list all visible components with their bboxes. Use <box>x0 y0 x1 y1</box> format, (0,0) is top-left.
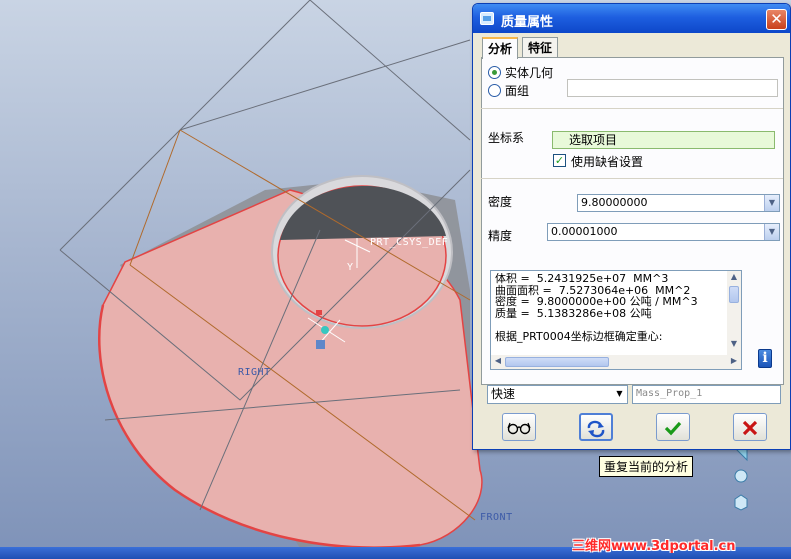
dialog-titlebar[interactable]: 质量属性 ✕ <box>473 4 790 33</box>
dialog-title: 质量属性 <box>501 15 554 30</box>
radio-quilt[interactable] <box>488 84 501 97</box>
csys-label: PRT_CSYS_DEF <box>370 237 449 248</box>
csys-pick-box[interactable]: 选取项目 <box>552 131 775 149</box>
use-default-checkbox[interactable]: ✓ <box>553 154 566 167</box>
preview-button[interactable] <box>502 413 536 441</box>
window-icon <box>480 12 494 25</box>
result-line: 质量 = 5.1383286e+08 公吨 <box>495 306 652 320</box>
cancel-button[interactable] <box>733 413 767 441</box>
radio-solid-geometry-label: 实体几何 <box>505 66 554 80</box>
chevron-down-icon[interactable]: ▼ <box>612 386 627 403</box>
info-icon[interactable]: i <box>758 349 772 368</box>
mode-value: 快速 <box>491 387 516 401</box>
close-button[interactable]: ✕ <box>766 9 787 30</box>
csys-field-label: 坐标系 <box>488 131 525 145</box>
result-line: 体积 = 5.2431925e+07 MM^3 <box>495 273 669 285</box>
result-line <box>495 319 727 331</box>
vertical-scroll-thumb[interactable] <box>729 286 739 303</box>
separator <box>481 178 783 179</box>
density-value: 9.80000000 <box>581 196 648 209</box>
precision-value: 0.00001000 <box>551 225 618 238</box>
scroll-left-icon[interactable]: ◀ <box>493 356 503 365</box>
watermark: 三维网www.3dportal.cn <box>572 539 736 553</box>
repeat-analysis-tooltip: 重复当前的分析 <box>599 456 694 477</box>
scroll-right-icon[interactable]: ▶ <box>729 356 739 365</box>
result-line: 根据_PRT0004坐标边框确定重心: <box>495 329 663 343</box>
horizontal-scrollbar[interactable]: ◀ ▶ <box>491 355 741 369</box>
precision-label: 精度 <box>488 229 513 243</box>
separator <box>481 108 783 109</box>
cross-icon <box>742 420 758 435</box>
tab-analysis[interactable]: 分析 <box>482 37 519 59</box>
axis-y-label: Y <box>347 262 354 273</box>
vertical-scrollbar[interactable]: ▲ ▼ <box>727 271 741 355</box>
toolbar-icon-2[interactable] <box>732 467 750 485</box>
quilt-input[interactable] <box>567 79 778 97</box>
radio-solid-geometry[interactable] <box>488 66 501 79</box>
results-text: 体积 = 5.2431925e+07 MM^3 曲面面积 = 7.5273064e… <box>495 273 727 353</box>
scroll-up-icon[interactable]: ▲ <box>727 272 741 281</box>
repeat-analysis-button[interactable] <box>579 413 613 441</box>
repeat-icon <box>587 420 605 437</box>
tab-feature[interactable]: 特征 <box>522 37 559 58</box>
toolbar-icon-3[interactable] <box>732 493 750 511</box>
datum-front-label: FRONT <box>480 512 513 523</box>
radio-quilt-label: 面组 <box>505 84 530 98</box>
datum-plane-outline-3 <box>309 0 471 141</box>
analysis-name-input[interactable]: Mass_Prop_1 <box>632 385 781 404</box>
horizontal-scroll-thumb[interactable] <box>505 357 609 367</box>
datum-right-label: RIGHT <box>238 367 271 378</box>
chevron-down-icon[interactable]: ▼ <box>764 195 779 211</box>
scroll-down-icon[interactable]: ▼ <box>727 339 741 348</box>
results-panel[interactable]: 体积 = 5.2431925e+07 MM^3 曲面面积 = 7.5273064e… <box>490 270 742 370</box>
check-icon <box>664 421 682 435</box>
use-default-label: 使用缺省设置 <box>571 155 644 169</box>
result-line: 密度 = 9.8000000e+00 公吨 / MM^3 <box>495 295 698 308</box>
chevron-down-icon[interactable]: ▼ <box>764 224 779 240</box>
ok-button[interactable] <box>656 413 690 441</box>
density-label: 密度 <box>488 195 513 209</box>
density-combo[interactable]: 9.80000000 ▼ <box>577 194 780 212</box>
precision-combo[interactable]: 0.00001000 ▼ <box>547 223 780 241</box>
datum-plane-outline-4 <box>179 39 471 131</box>
glasses-icon <box>507 422 531 434</box>
mode-combo[interactable]: 快速 ▼ <box>487 385 628 404</box>
